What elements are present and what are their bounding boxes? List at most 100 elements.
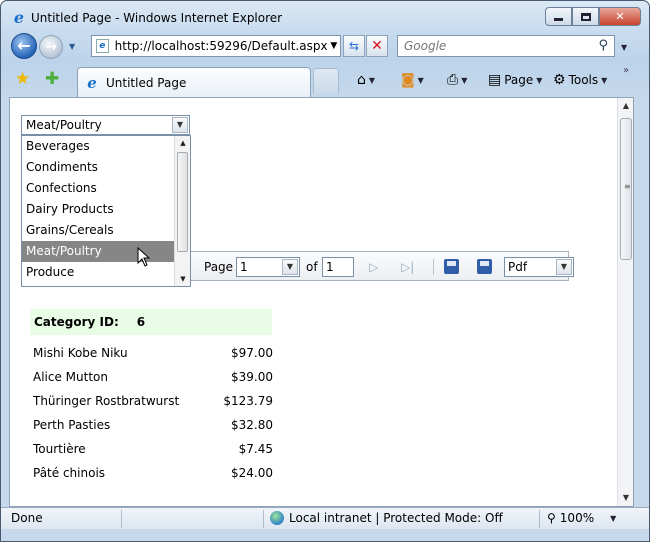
scroll-down-icon[interactable]: ▼ <box>618 490 634 506</box>
list-item[interactable]: Produce <box>22 262 174 283</box>
export-format-value: Pdf <box>508 260 528 274</box>
category-id-value: 6 <box>136 315 146 329</box>
of-label: of <box>306 260 318 274</box>
rss-icon: ◙ <box>401 72 415 88</box>
search-options-dropdown[interactable]: ▼ <box>621 43 627 52</box>
product-price: $24.00 <box>231 466 273 480</box>
page-favicon-icon: e <box>96 39 109 53</box>
last-page-icon[interactable]: ▷| <box>401 260 414 274</box>
stop-button[interactable]: ✕ <box>366 35 388 57</box>
grip-icon: ≡ <box>624 182 631 191</box>
status-text: Done <box>11 511 43 525</box>
chevron-down-icon[interactable]: ▼ <box>172 117 188 133</box>
recent-pages-dropdown[interactable]: ▼ <box>69 42 75 51</box>
close-button[interactable]: ✕ <box>599 7 641 26</box>
feeds-button[interactable]: ◙ ▼ <box>401 73 424 87</box>
home-button[interactable]: ⌂ ▼ <box>357 73 375 87</box>
refresh-icon: ⇆ <box>348 39 360 53</box>
scroll-down-icon[interactable]: ▼ <box>175 272 191 286</box>
forward-arrow-icon: → <box>45 39 57 55</box>
globe-icon <box>270 511 284 525</box>
list-item[interactable]: Grains/Cereals <box>22 220 174 241</box>
maximize-button[interactable] <box>572 7 599 26</box>
zoom-control[interactable]: ⚲ 100% ▼ <box>547 511 616 525</box>
page-menu-label: Page <box>504 73 534 87</box>
favorites-star-icon[interactable]: ★ <box>15 71 30 88</box>
product-price: $39.00 <box>231 370 273 384</box>
address-dropdown-icon[interactable]: ▼ <box>328 41 340 51</box>
back-arrow-icon: ← <box>17 36 31 55</box>
refresh-button[interactable]: ⇆ <box>343 35 365 57</box>
print-button[interactable]: ⎙ ▼ <box>447 73 467 87</box>
export-icon[interactable] <box>477 259 492 274</box>
product-name: Perth Pasties <box>33 418 111 432</box>
chevron-down-icon: ▼ <box>536 75 543 85</box>
home-icon: ⌂ <box>357 72 366 88</box>
tab-bar: ★ ✚ e Untitled Page ⌂ ▼ ◙ ▼ ⎙ ▼ ▤ Page ▼ ⚙ Too… <box>1 63 649 97</box>
scroll-up-icon[interactable]: ▲ <box>175 136 191 150</box>
chevron-down-icon: ▼ <box>417 75 424 85</box>
ie-page-icon: e <box>87 73 97 92</box>
next-page-icon[interactable]: ▷ <box>369 260 378 274</box>
product-price: $32.80 <box>231 418 273 432</box>
title-bar: e Untitled Page - Windows Internet Explo… <box>1 1 649 33</box>
navigation-bar: ← → ▼ e http://localhost:59296/Default.a… <box>1 31 649 61</box>
product-name: Tourtière <box>33 442 86 456</box>
save-icon[interactable] <box>444 259 459 274</box>
address-text[interactable]: http://localhost:59296/Default.aspx <box>115 39 328 53</box>
window-title: Untitled Page - Windows Internet Explore… <box>31 11 283 25</box>
search-box[interactable]: ⚲ <box>397 35 615 57</box>
status-bar: Done Local intranet | Protected Mode: Of… <box>1 507 649 529</box>
chevron-down-icon: ▼ <box>610 513 617 523</box>
list-item[interactable]: Confections <box>22 178 174 199</box>
table-row: Thüringer Rostbratwurst $123.79 <box>33 389 273 413</box>
status-divider <box>539 510 540 528</box>
stop-icon: ✕ <box>371 38 383 54</box>
back-button[interactable]: ← <box>11 33 37 59</box>
list-item[interactable]: Dairy Products <box>22 199 174 220</box>
page-select[interactable]: 1 ▼ <box>236 257 300 277</box>
add-favorites-icon[interactable]: ✚ <box>45 71 59 88</box>
scroll-up-icon[interactable]: ▲ <box>618 98 634 114</box>
page-icon: ▤ <box>488 72 502 88</box>
tab-label: Untitled Page <box>106 75 187 90</box>
dropdown-scroll-thumb[interactable] <box>177 152 188 252</box>
new-tab-button[interactable] <box>313 68 339 94</box>
product-name: Alice Mutton <box>33 370 108 384</box>
category-select[interactable]: Meat/Poultry ▼ <box>21 115 190 135</box>
report-viewer-toolbar: Page 1 ▼ of 1 ▷ ▷| Pdf ▼ <box>130 251 574 281</box>
zoom-icon: ⚲ <box>547 511 556 525</box>
maximize-icon <box>580 12 591 21</box>
printer-icon: ⎙ <box>447 72 459 88</box>
list-item[interactable]: Beverages <box>22 136 174 157</box>
page-scroll-thumb[interactable]: ≡ <box>620 118 632 260</box>
list-item-selected[interactable]: Meat/Poultry <box>22 241 174 262</box>
chevron-down-icon[interactable]: ▼ <box>556 259 572 275</box>
category-dropdown-list: Beverages Condiments Confections Dairy P… <box>21 135 191 287</box>
category-id-label: Category ID: <box>34 315 119 329</box>
list-item[interactable]: Condiments <box>22 157 174 178</box>
total-pages-field: 1 <box>322 257 354 277</box>
minimize-icon <box>554 18 563 21</box>
category-header: Category ID: 6 <box>30 309 272 335</box>
tab-untitled-page[interactable]: e Untitled Page <box>77 67 311 97</box>
address-bar[interactable]: e http://localhost:59296/Default.aspx ▼ <box>91 35 341 57</box>
table-row: Perth Pasties $32.80 <box>33 413 273 437</box>
export-format-select[interactable]: Pdf ▼ <box>504 257 574 277</box>
search-icon[interactable]: ⚲ <box>598 38 608 53</box>
more-commands-icon[interactable]: » <box>623 65 629 76</box>
toolbar-divider <box>433 259 434 275</box>
page-menu-button[interactable]: ▤ Page ▼ <box>488 73 542 87</box>
minimize-button[interactable] <box>545 7 572 26</box>
chevron-down-icon[interactable]: ▼ <box>282 259 298 275</box>
dropdown-scrollbar[interactable]: ▲ ▼ <box>174 136 190 286</box>
search-input[interactable] <box>404 36 584 56</box>
close-icon: ✕ <box>615 10 625 23</box>
tools-menu-button[interactable]: ⚙ Tools ▼ <box>553 73 607 87</box>
security-zone[interactable]: Local intranet | Protected Mode: Off <box>270 511 503 525</box>
forward-button[interactable]: → <box>39 35 63 59</box>
page-select-value: 1 <box>240 260 248 274</box>
ie-logo-icon: e <box>13 8 25 27</box>
page-scrollbar[interactable]: ▲ ≡ ▼ <box>617 98 633 506</box>
product-name: Mishi Kobe Niku <box>33 346 128 360</box>
